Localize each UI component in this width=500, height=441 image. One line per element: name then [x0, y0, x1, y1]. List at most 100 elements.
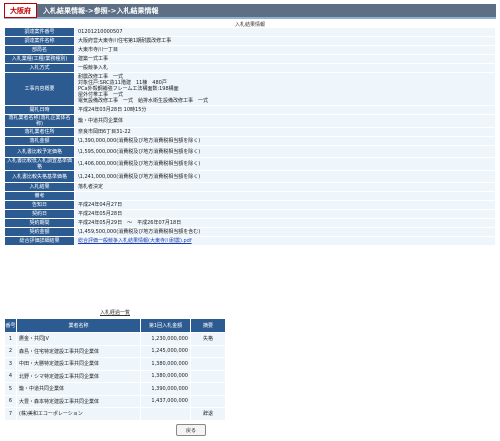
detail-value: 籠・中道共同企業体	[74, 114, 496, 128]
detail-label: 告知日	[4, 200, 75, 210]
detail-label: 入札結果	[4, 182, 75, 192]
detail-label: 落札業者名称(落札企業体名称)	[4, 114, 75, 128]
detail-row: 契約金額 \1,459,500,000(消費税及び地方消費税相当額を含む)	[4, 227, 496, 237]
detail-value: 奈良市岡田6丁目31-22	[74, 127, 496, 137]
detail-row: 契約日 平成24年05月28日	[4, 209, 496, 219]
row-number: 7	[4, 407, 17, 421]
bid-amount: 1,437,000,000	[140, 394, 191, 408]
col-header-no: 番号	[4, 318, 17, 333]
bid-status	[190, 394, 226, 408]
bidder-name: 北野・シマ特定建設工事共同企業体	[16, 369, 141, 383]
detail-value: 平成24年04月27日	[74, 200, 496, 210]
detail-value: 平成24年05月29日 ～ 平成26年07月18日	[74, 218, 496, 228]
detail-value: 大阪府営大東寺川住宅第1期耐震改修工事	[74, 36, 496, 46]
row-number: 2	[4, 344, 17, 358]
bid-status	[190, 382, 226, 396]
detail-label: 工事内容概要	[4, 72, 75, 106]
prefecture-badge: 大阪府	[4, 3, 37, 18]
detail-value: \1,241,000,000(消費税及び地方消費税相当額を除く)	[74, 170, 496, 183]
detail-row: 契約期間 平成24年05月29日 ～ 平成26年07月18日	[4, 218, 496, 228]
pdf-link[interactable]: 総合評価一般競争入札結果情報(大東寺川耐震).pdf	[78, 238, 192, 244]
detail-label: 契約期間	[4, 218, 75, 228]
detail-row: 落札金額 \1,390,000,000(消費税及び地方消費税相当額を除く)	[4, 136, 496, 146]
detail-value: 落札者決定	[74, 182, 496, 192]
detail-value: 総合評価一般競争入札結果情報(大東寺川耐震).pdf	[74, 236, 496, 246]
table-row: 6 大豊・森本特定建設工事共同企業体 1,437,000,000	[4, 394, 226, 408]
detail-row: 工事内容概要 耐震改修工事 一式 対象住戸:SRC造11階建 11棟 480戸 P…	[4, 72, 496, 106]
col-header-amount: 第1回入札金額	[140, 318, 191, 333]
detail-value: \1,406,000,000(消費税及び地方消費税相当額を除く)	[74, 157, 496, 171]
detail-row: 総合評価詳細結果 総合評価一般競争入札結果情報(大東寺川耐震).pdf	[4, 236, 496, 246]
col-header-status: 摘要	[190, 318, 226, 333]
detail-value	[74, 191, 496, 201]
detail-value: \1,459,500,000(消費税及び地方消費税相当額を含む)	[74, 227, 496, 237]
detail-label: 落札業者住所	[4, 127, 75, 137]
bid-status	[190, 369, 226, 383]
detail-row: 落札業者名称(落札企業体名称) 籠・中道共同企業体	[4, 114, 496, 128]
bid-amount: 1,390,000,000	[140, 382, 191, 396]
bid-status: 失格	[190, 332, 226, 346]
detail-value: 耐震改修工事 一式 対象住戸:SRC造11階建 11棟 480戸 PCa外殻鋼補…	[74, 72, 496, 106]
bidder-name: (株)美和エコーポレーション	[16, 407, 141, 421]
detail-label: 調達案件番号	[4, 27, 75, 37]
row-number: 4	[4, 369, 17, 383]
detail-row: 備考	[4, 191, 496, 201]
bid-status	[190, 357, 226, 371]
detail-value: \1,595,000,000(消費税及び地方消費税相当額を除く)	[74, 145, 496, 158]
bidder-name: 大豊・森本特定建設工事共同企業体	[16, 394, 141, 408]
detail-label: 入札業種(工種/業務種別)	[4, 54, 75, 64]
bid-amount: 1,380,000,000	[140, 369, 191, 383]
detail-row: 部局名 大東市寺川一丁目	[4, 45, 496, 55]
detail-value: 平成24年03月28日 10時15分	[74, 105, 496, 115]
detail-table: 調達案件番号 01201210000507 調達案件名称 大阪府営大東寺川住宅第1期耐…	[4, 27, 496, 246]
table-row: 7 (株)美和エコーポレーション 辞退	[4, 407, 226, 421]
detail-value: 大東市寺川一丁目	[74, 45, 496, 55]
list-section-title: 入札経過一覧	[99, 310, 130, 316]
detail-label: 開札日時	[4, 105, 75, 115]
detail-label: 契約日	[4, 209, 75, 219]
bid-amount: 1,230,000,000	[140, 332, 191, 346]
bid-amount: 1,380,000,000	[140, 357, 191, 371]
detail-label: 調達案件名称	[4, 36, 75, 46]
table-row: 1 鷹金・共同JV 1,230,000,000 失格	[4, 332, 226, 346]
back-button[interactable]: 戻る	[176, 424, 206, 436]
bidder-name: 籠・中道共同企業体	[16, 382, 141, 396]
table-row: 3 中田・大勝特定建設工事共同企業体 1,380,000,000	[4, 357, 226, 371]
table-row: 5 籠・中道共同企業体 1,390,000,000	[4, 382, 226, 396]
detail-row: 開札日時 平成24年03月28日 10時15分	[4, 105, 496, 115]
detail-row: 入札業種(工種/業務種別) 建築一式工事	[4, 54, 496, 64]
detail-value: \1,390,000,000(消費税及び地方消費税相当額を除く)	[74, 136, 496, 146]
detail-label: 部局名	[4, 45, 75, 55]
detail-value: 01201210000507	[74, 27, 496, 37]
bidder-name: 中田・大勝特定建設工事共同企業体	[16, 357, 141, 371]
row-number: 1	[4, 332, 17, 346]
row-number: 6	[4, 394, 17, 408]
detail-row: 入札書比較失格基準価格 \1,241,000,000(消費税及び地方消費税相当額を…	[4, 170, 496, 183]
detail-row: 調達案件名称 大阪府営大東寺川住宅第1期耐震改修工事	[4, 36, 496, 46]
row-number: 5	[4, 382, 17, 396]
detail-row: 入札方式 一般競争入札	[4, 63, 496, 73]
detail-value: 一般競争入札	[74, 63, 496, 73]
detail-label: 入札書比較失格基準価格	[4, 170, 75, 183]
detail-value: 平成24年05月28日	[74, 209, 496, 219]
detail-row: 落札業者住所 奈良市岡田6丁目31-22	[4, 127, 496, 137]
detail-row: 入札結果 落札者決定	[4, 182, 496, 192]
bid-status: 辞退	[190, 407, 226, 421]
bid-amount	[140, 407, 191, 421]
detail-value: 建築一式工事	[74, 54, 496, 64]
detail-label: 入札方式	[4, 63, 75, 73]
bid-status	[190, 344, 226, 358]
page: 大阪府 入札結果情報->参照->入札結果情報 入札結果情報 調達案件番号 0120…	[0, 0, 500, 441]
table-row: 2 森島・住宅特定建設工事共同企業体 1,245,000,000	[4, 344, 226, 358]
bid-amount: 1,245,000,000	[140, 344, 191, 358]
detail-row: 調達案件番号 01201210000507	[4, 27, 496, 37]
bidder-name: 森島・住宅特定建設工事共同企業体	[16, 344, 141, 358]
detail-label: 契約金額	[4, 227, 75, 237]
detail-label: 落札金額	[4, 136, 75, 146]
header-bar: 大阪府 入札結果情報->参照->入札結果情報	[4, 3, 496, 19]
col-header-name: 業者名称	[16, 318, 141, 333]
page-title: 入札結果情報->参照->入札結果情報	[43, 6, 159, 15]
detail-row: 入札書比較低入札調査基準価格 \1,406,000,000(消費税及び地方消費税相…	[4, 157, 496, 171]
bidder-name: 鷹金・共同JV	[16, 332, 141, 346]
detail-row: 告知日 平成24年04月27日	[4, 200, 496, 210]
